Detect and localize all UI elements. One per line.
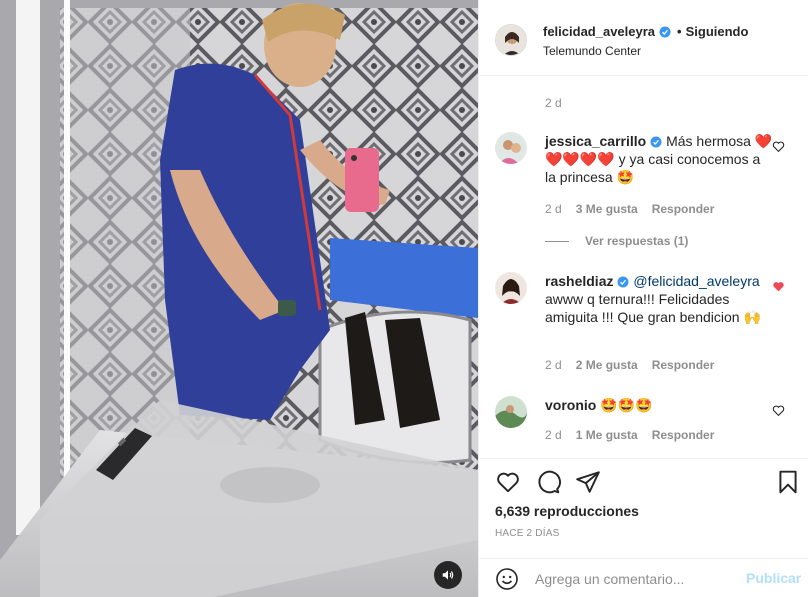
author-username[interactable]: felicidad_aveleyra <box>543 24 655 39</box>
comment-text-part: awww q ternura!!! Felicidades amiguita !… <box>545 291 761 325</box>
post-actions: 6,639 reproducciones HACE 2 DÍAS <box>479 458 808 558</box>
like-comment-heart-icon[interactable] <box>772 404 785 417</box>
post-side-panel: felicidad_aveleyra • Siguiendo Telemundo C… <box>478 0 808 597</box>
reply-button[interactable]: Responder <box>652 428 715 442</box>
comment-input[interactable] <box>535 567 735 591</box>
comment-meta: 2 d 1 Me gusta Responder <box>545 428 714 442</box>
comment-composer: Publicar <box>479 558 808 597</box>
paper-plane-icon[interactable] <box>575 469 601 495</box>
commenter-avatar[interactable] <box>495 132 527 164</box>
commenter-avatar-image <box>495 132 527 164</box>
heart-outline-icon[interactable] <box>495 469 521 495</box>
like-comment-heart-icon[interactable] <box>772 140 785 153</box>
sound-toggle-button[interactable] <box>434 561 462 589</box>
replies-divider <box>545 241 569 243</box>
comment-text-part: 🤩🤩🤩 <box>600 397 653 413</box>
post-location[interactable]: Telemundo Center <box>543 44 641 58</box>
following-button[interactable]: Siguiendo <box>686 24 749 39</box>
comments-list[interactable]: 2 d jessica_carrillo Más hermosa ❤️❤️❤️❤… <box>479 76 808 458</box>
commenter-avatar-image <box>495 396 527 428</box>
smiley-icon[interactable] <box>495 567 519 591</box>
commenter-avatar-image <box>495 272 527 304</box>
commenter-username[interactable]: rasheldiaz <box>545 273 613 289</box>
publish-button[interactable]: Publicar <box>746 570 801 586</box>
comment-likes-count[interactable]: 2 Me gusta <box>576 358 638 372</box>
reply-button[interactable]: Responder <box>652 202 715 216</box>
view-count[interactable]: 6,639 reproducciones <box>495 503 639 519</box>
comment-mention-link[interactable]: @felicidad_aveleyra <box>633 273 759 289</box>
comment-likes-count[interactable]: 1 Me gusta <box>576 428 638 442</box>
comment-text: voronio 🤩🤩🤩 <box>545 396 775 414</box>
speech-bubble-icon[interactable] <box>535 469 561 495</box>
comment-time: 2 d <box>545 202 562 216</box>
post-header: felicidad_aveleyra • Siguiendo Telemundo C… <box>479 0 808 76</box>
view-replies-button[interactable]: Ver respuestas (1) <box>545 234 688 248</box>
header-separator: • <box>677 24 682 39</box>
comment-text: jessica_carrillo Más hermosa ❤️❤️❤️❤️❤️ … <box>545 132 775 186</box>
post-video[interactable] <box>0 0 478 597</box>
verified-badge-icon <box>659 26 671 38</box>
author-avatar[interactable] <box>495 24 527 56</box>
video-frame <box>0 0 478 597</box>
comment-meta: 2 d 3 Me gusta Responder <box>545 202 714 216</box>
commenter-username[interactable]: voronio <box>545 397 596 413</box>
comment-text-part: Más hermosa <box>666 133 755 149</box>
view-replies-label[interactable]: Ver respuestas (1) <box>585 234 688 248</box>
post-timestamp[interactable]: HACE 2 DÍAS <box>495 528 559 539</box>
verified-badge-icon <box>650 136 662 148</box>
comment-time: 2 d <box>545 96 562 110</box>
comment-text: rasheldiaz @felicidad_aveleyra awww q te… <box>545 272 775 326</box>
commenter-username[interactable]: jessica_carrillo <box>545 133 646 149</box>
commenter-avatar[interactable] <box>495 396 527 428</box>
liked-comment-heart-icon[interactable] <box>772 280 785 293</box>
comment-time: 2 d <box>545 358 562 372</box>
speaker-icon <box>442 570 454 580</box>
comment-likes-count[interactable]: 3 Me gusta <box>576 202 638 216</box>
reply-button[interactable]: Responder <box>652 358 715 372</box>
author-line: felicidad_aveleyra • Siguiendo <box>543 24 748 39</box>
verified-badge-icon <box>617 276 629 288</box>
commenter-avatar[interactable] <box>495 272 527 304</box>
bookmark-icon[interactable] <box>775 469 801 495</box>
comment-time: 2 d <box>545 428 562 442</box>
author-avatar-image <box>496 25 526 55</box>
comment-meta: 2 d 2 Me gusta Responder <box>545 358 714 372</box>
